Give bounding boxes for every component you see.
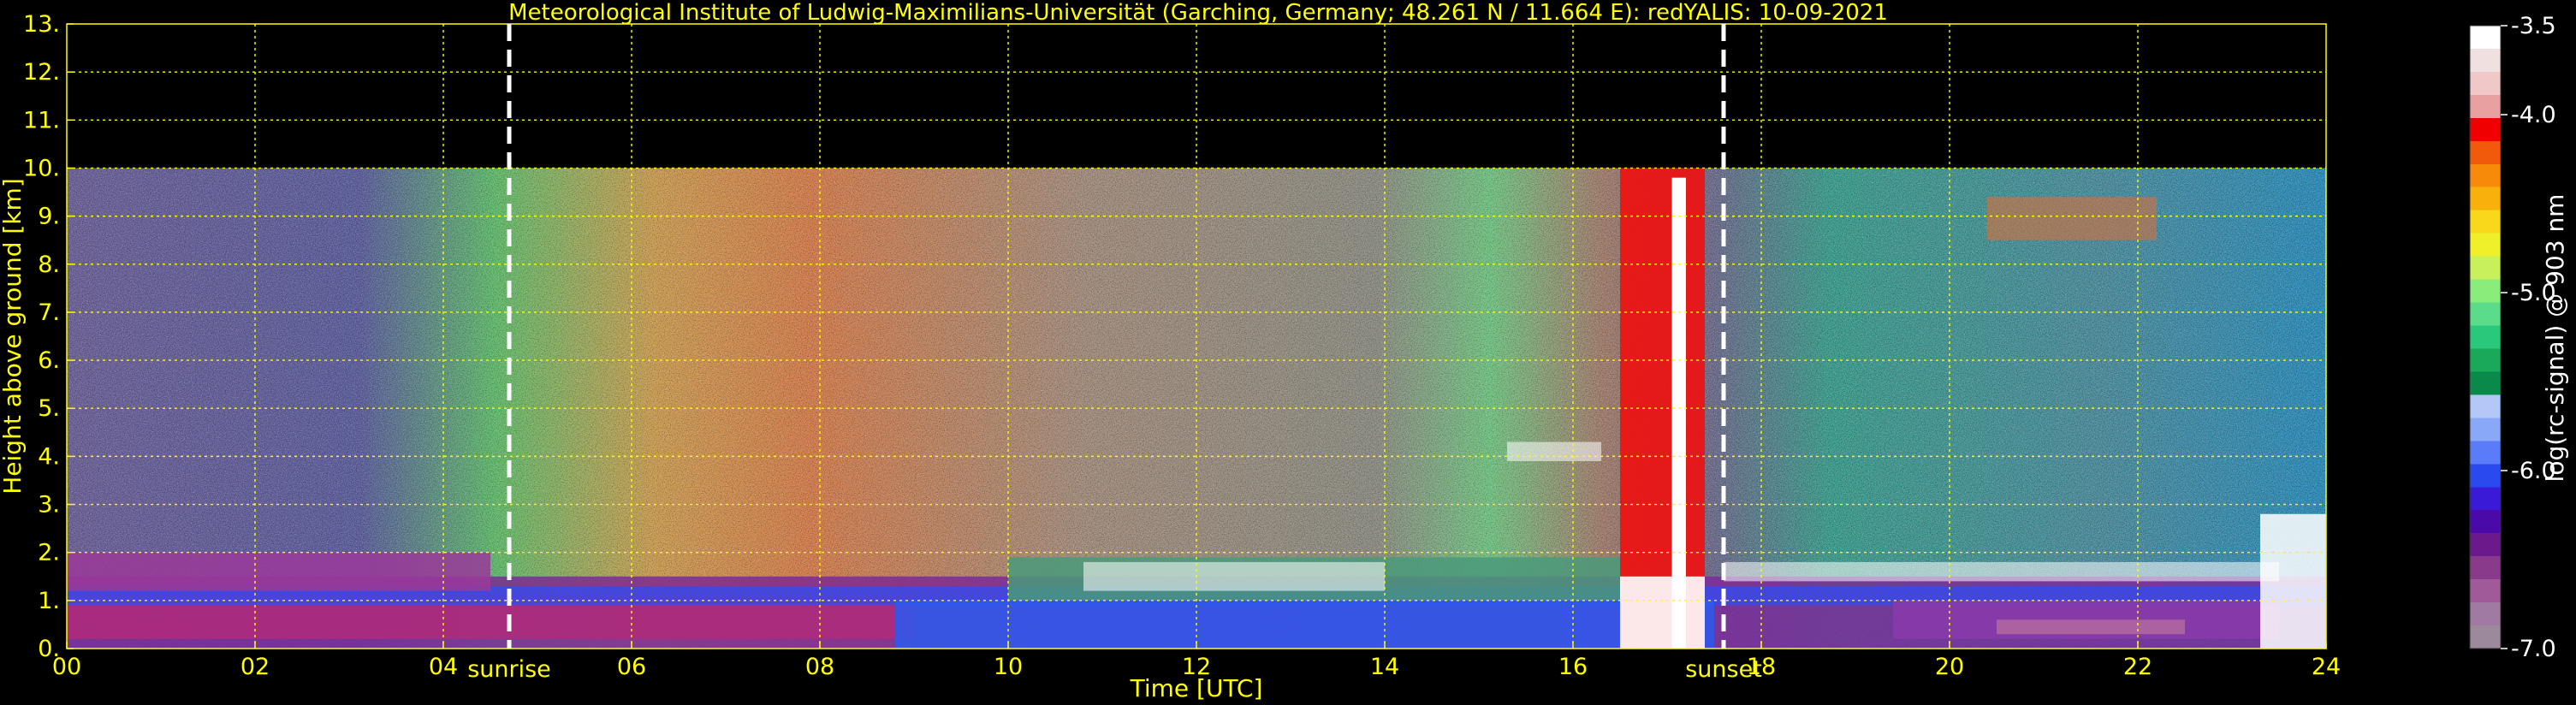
x-tick-label: 00 bbox=[52, 654, 81, 680]
x-tick-label: 16 bbox=[1558, 654, 1588, 680]
x-axis-label: Time [UTC] bbox=[1130, 674, 1263, 702]
feature-8 bbox=[2260, 513, 2326, 649]
sunrise-label: sunrise bbox=[467, 656, 551, 683]
colorbar bbox=[2469, 25, 2502, 649]
x-tick-label: 22 bbox=[2123, 654, 2152, 680]
feature-7 bbox=[1987, 197, 2157, 240]
colorbar-label: log(rc-signal) @ 903 nm bbox=[2541, 194, 2569, 483]
y-tick-label: 11. bbox=[23, 107, 60, 133]
y-tick-label: 5. bbox=[38, 395, 60, 422]
colorbar-tick-label: -7.0 bbox=[2511, 636, 2556, 662]
y-tick-label: 13. bbox=[23, 11, 60, 38]
y-tick-label: 7. bbox=[38, 299, 60, 326]
feature-3 bbox=[1083, 561, 1385, 591]
y-tick-label: 3. bbox=[38, 492, 60, 518]
y-tick-label: 1. bbox=[38, 588, 60, 614]
y-tick-label: 9. bbox=[38, 204, 60, 230]
y-axis-tick-labels: 0.1.2.3.4.5.6.7.8.9.10.11.12.13. bbox=[23, 11, 74, 662]
x-tick-label: 18 bbox=[1747, 654, 1776, 680]
chart-title: Meteorological Institute of Ludwig-Maxim… bbox=[508, 0, 1888, 26]
x-tick-label: 24 bbox=[2312, 654, 2341, 680]
y-axis-label: Height above ground [km] bbox=[0, 178, 27, 495]
x-tick-label: 20 bbox=[1935, 654, 1964, 680]
y-tick-label: 4. bbox=[38, 443, 60, 470]
feature-6 bbox=[1724, 561, 2279, 582]
y-tick-label: 8. bbox=[38, 252, 60, 278]
x-tick-label: 08 bbox=[805, 654, 834, 680]
x-tick-label: 04 bbox=[429, 654, 458, 680]
feature-4 bbox=[1507, 441, 1601, 461]
colorbar-tick-label: -4.0 bbox=[2511, 102, 2556, 128]
x-tick-label: 10 bbox=[994, 654, 1023, 680]
y-tick-label: 6. bbox=[38, 347, 60, 374]
x-tick-label: 14 bbox=[1370, 654, 1399, 680]
colorbar-tick-label: -3.5 bbox=[2511, 13, 2556, 39]
y-tick-label: 10. bbox=[23, 155, 60, 181]
x-tick-label: 06 bbox=[617, 654, 646, 680]
thick-cloud-base bbox=[1620, 576, 1705, 649]
lidar-figure: Meteorological Institute of Ludwig-Maxim… bbox=[0, 0, 2569, 702]
x-tick-label: 02 bbox=[240, 654, 270, 680]
y-tick-label: 12. bbox=[23, 59, 60, 86]
y-tick-label: 2. bbox=[38, 540, 60, 566]
